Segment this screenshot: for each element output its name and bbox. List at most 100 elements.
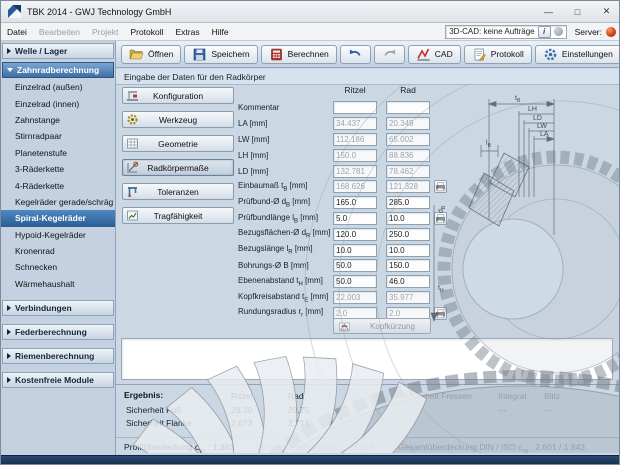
cad-status-text: 3D-CAD: keine Aufträge xyxy=(449,27,534,36)
kommentar-ritzel-input[interactable] xyxy=(333,101,377,114)
pruefbund-d-rad-input[interactable] xyxy=(386,196,430,209)
chevron-collapsed-icon xyxy=(7,305,11,311)
kopfkreisabstand-ritzel-input xyxy=(333,291,377,304)
tolerances-caliper-icon xyxy=(126,185,139,200)
nav-tragfaehigkeit-button[interactable]: Tragfähigkeit xyxy=(122,207,234,224)
nav-toleranzen-button[interactable]: Toleranzen xyxy=(122,183,234,200)
pruefbundlaenge-ritzel-input[interactable] xyxy=(333,212,377,225)
undo-icon xyxy=(348,47,363,62)
chevron-collapsed-icon xyxy=(7,329,11,335)
sidebar-item-hypoid-kegelraeder[interactable]: Hypoid-Kegelräder xyxy=(1,227,115,243)
nav-konfiguration-button[interactable]: Konfiguration xyxy=(122,87,234,104)
form-row-einbaumass: Einbaumaß tB [mm] xyxy=(238,179,568,195)
sidebar-item-kronenrad[interactable]: Kronenrad xyxy=(1,243,115,259)
results-column-sicherheit-fressen: Sicherheit Fressen xyxy=(401,391,472,401)
menu-item-extras[interactable]: Extras xyxy=(170,25,206,39)
status-bar xyxy=(1,455,620,464)
window-title: TBK 2014 - GWJ Technology GmbH xyxy=(27,7,171,17)
input-content-area: Konfiguration Werkzeug Geometrie Radkörperm… xyxy=(116,85,620,384)
label-ebenenabstand: Ebenenabstand tH [mm] xyxy=(238,276,333,288)
nav-geometrie-button[interactable]: Geometrie xyxy=(122,135,234,152)
pruefbund-d-ritzel-input[interactable] xyxy=(333,196,377,209)
result-value: --- xyxy=(498,405,507,415)
sidebar-item-einzelrad-aussen[interactable]: Einzelrad (außen) xyxy=(1,79,115,95)
title-bar: TBK 2014 - GWJ Technology GmbH — □ ✕ xyxy=(1,1,620,23)
nav-radkoerpermasse-button[interactable]: Radkörpermaße xyxy=(122,159,234,176)
ld-rad-input xyxy=(386,165,430,178)
kopfkuerzung-button: Kopfkürzung xyxy=(333,318,431,334)
form-row-ebenenabstand: Ebenenabstand tH [mm] xyxy=(238,274,568,290)
measure-transfer-red-icon[interactable] xyxy=(434,307,447,320)
sidebar-item-waermehaushalt[interactable]: Wärmehaushalt xyxy=(1,276,115,292)
sidebar-group-riemenberechnung[interactable]: Riemenberechnung xyxy=(2,348,114,364)
form-column-headers: Ritzel Rad xyxy=(238,85,568,100)
maximize-button[interactable]: □ xyxy=(563,1,592,23)
open-button[interactable]: Öffnen xyxy=(121,45,181,64)
cad-icon xyxy=(416,47,431,62)
message-box xyxy=(121,338,613,380)
sidebar-item-einzelrad-innen[interactable]: Einzelrad (innen) xyxy=(1,95,115,111)
tip-shortening-icon xyxy=(338,320,351,333)
pruefbundlaenge-rad-input[interactable] xyxy=(386,212,430,225)
bohrungs-d-ritzel-input[interactable] xyxy=(333,259,377,272)
form-row-lw: LW [mm] xyxy=(238,132,568,148)
measure-transfer-red-icon[interactable] xyxy=(434,180,447,193)
results-column-blitz: Blitz xyxy=(544,391,560,401)
bohrungs-d-rad-input[interactable] xyxy=(386,259,430,272)
sidebar-group-welle-lager[interactable]: Welle / Lager xyxy=(2,43,114,59)
label-pruefbundlaenge: Prüfbundlänge lB [mm] xyxy=(238,213,333,225)
bezugslaenge-rad-input[interactable] xyxy=(386,244,430,257)
sidebar-group-federberechnung[interactable]: Federberechnung xyxy=(2,324,114,340)
settings-button[interactable]: Einstellungen xyxy=(535,45,620,64)
label-rundungsradius: Rundungsradius rr [mm] xyxy=(238,307,333,319)
undo-button[interactable] xyxy=(340,45,371,64)
ebenenabstand-rad-input[interactable] xyxy=(386,275,430,288)
sidebar-group-verbindungen[interactable]: Verbindungen xyxy=(2,300,114,316)
overlap-value: Sprungüberdeckung cvβ : 1.218 xyxy=(256,442,374,455)
sidebar-group-kostenfreie-module[interactable]: Kostenfreie Module xyxy=(2,372,114,388)
measure-transfer-green-icon[interactable] xyxy=(434,212,447,225)
minimize-button[interactable]: — xyxy=(534,1,563,23)
sidebar-item-stirnradpaar[interactable]: Stirnradpaar xyxy=(1,128,115,144)
wheel-body-form: Ritzel Rad KommentarLA [mm]LW [mm]LH [mm… xyxy=(238,85,568,321)
form-row-kopfkreisabstand: Kopfkreisabstand tE [mm] xyxy=(238,290,568,306)
overlap-value: Gesamtüberdeckung DIN / ISO cvγ : 2.601 … xyxy=(398,442,585,455)
ebenenabstand-ritzel-input[interactable] xyxy=(333,275,377,288)
sidebar-item-spiral-kegelraeder[interactable]: Spiral-Kegelräder xyxy=(1,210,115,226)
sidebar-item-4-raederkette[interactable]: 4-Räderkette xyxy=(1,177,115,193)
chevron-collapsed-icon xyxy=(7,48,11,54)
la-rad-input xyxy=(386,117,430,130)
protocol-button[interactable]: Protokoll xyxy=(464,45,532,64)
sidebar-group-zahnradberechnung[interactable]: Zahnradberechnung xyxy=(2,62,114,78)
save-floppy-icon xyxy=(192,47,207,62)
sidebar-item-schnecken[interactable]: Schnecken xyxy=(1,259,115,275)
label-lh: LH [mm] xyxy=(238,151,333,160)
save-button[interactable]: Speichern xyxy=(184,45,257,64)
toolbar: ÖffnenSpeichernBerechnen CADProtokollEins… xyxy=(116,41,620,68)
menu-item-protokoll[interactable]: Protokoll xyxy=(124,25,169,39)
form-row-bezugslaenge: Bezugslänge lR [mm] xyxy=(238,242,568,258)
overlap-row: Profilüberdeckung cvα : 1.383Sprungüberd… xyxy=(116,437,620,454)
label-kommentar: Kommentar xyxy=(238,103,333,112)
bezugsflaechen-d-ritzel-input[interactable] xyxy=(333,228,377,241)
menu-item-datei[interactable]: Datei xyxy=(1,25,33,39)
close-button[interactable]: ✕ xyxy=(592,1,620,23)
label-bohrungs-d: Bohrungs-Ø B [mm] xyxy=(238,261,333,270)
sidebar-item-zahnstange[interactable]: Zahnstange xyxy=(1,112,115,128)
server-status-dot xyxy=(606,27,616,37)
bezugsflaechen-d-rad-input[interactable] xyxy=(386,228,430,241)
nav-werkzeug-button[interactable]: Werkzeug xyxy=(122,111,234,128)
cad-button[interactable]: CAD xyxy=(408,45,461,64)
sidebar-item-3-raederkette[interactable]: 3-Räderkette xyxy=(1,161,115,177)
bezugslaenge-ritzel-input[interactable] xyxy=(333,244,377,257)
kommentar-rad-input[interactable] xyxy=(386,101,430,114)
calculate-button[interactable]: Berechnen xyxy=(261,45,337,64)
sidebar-item-kegelraeder-gerade-schraeg[interactable]: Kegelräder gerade/schräg xyxy=(1,194,115,210)
form-row-bohrungs-d: Bohrungs-Ø B [mm] xyxy=(238,258,568,274)
form-row-bezugsflaechen-d: Bezugsflächen-Ø dR [mm] xyxy=(238,226,568,242)
menu-item-hilfe[interactable]: Hilfe xyxy=(206,25,235,39)
info-button[interactable]: i xyxy=(538,26,551,38)
lh-ritzel-input xyxy=(333,149,377,162)
result-label: Sicherheit Fuß xyxy=(126,405,181,415)
sidebar-item-planetenstufe[interactable]: Planetenstufe xyxy=(1,145,115,161)
